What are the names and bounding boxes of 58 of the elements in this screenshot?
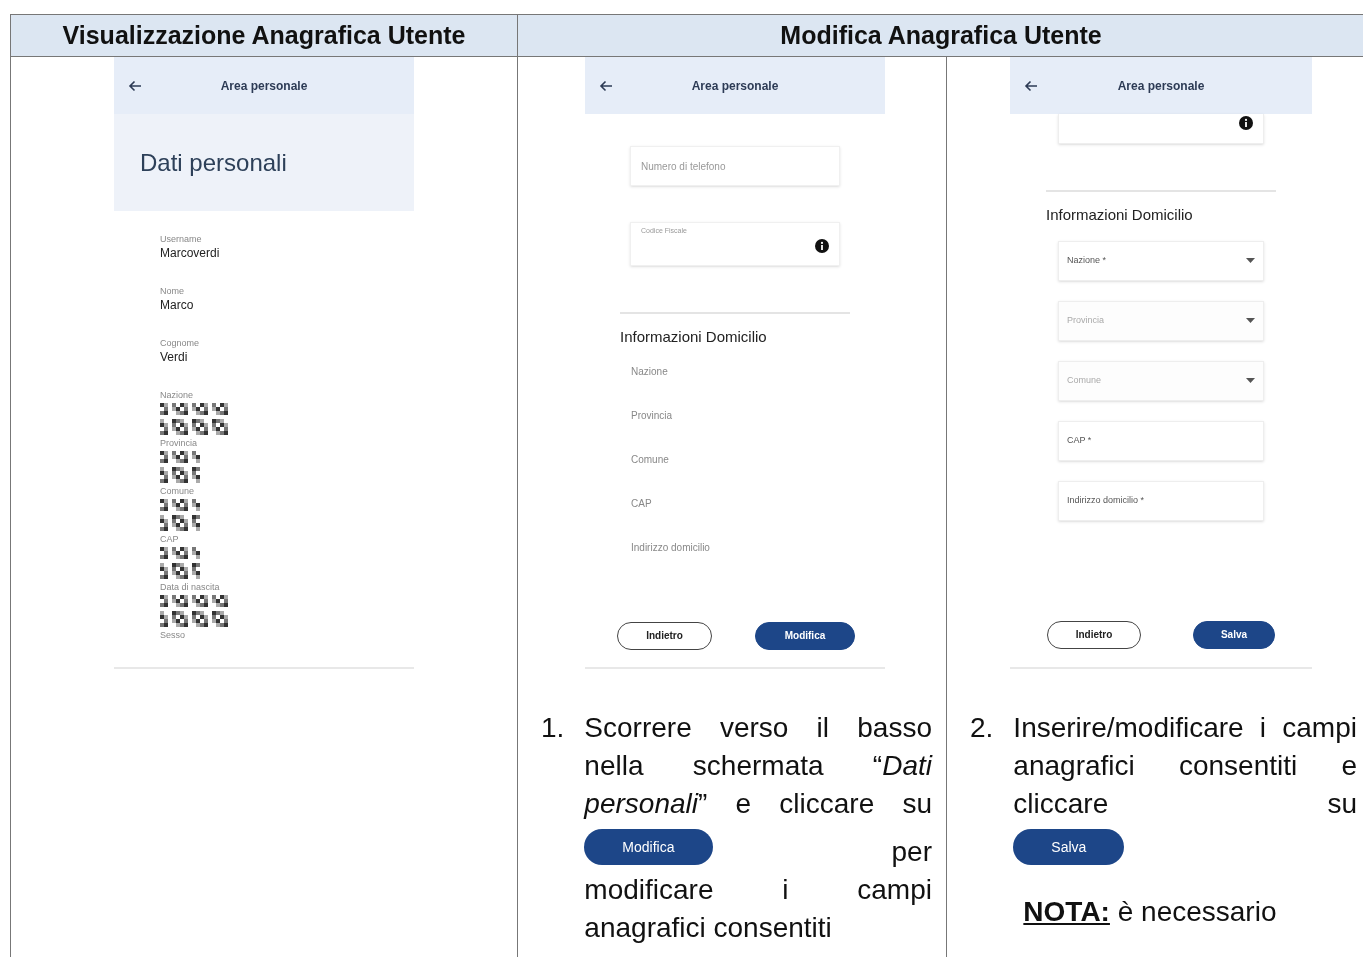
section-title: Informazioni Domicilio [1046,205,1194,225]
step-instruction: per [891,835,932,869]
header-text: Visualizzazione Anagrafica Utente [62,19,466,51]
input-field[interactable] [1058,114,1264,144]
field-label: Provincia [160,437,198,449]
back-arrow-icon[interactable] [1024,79,1038,92]
field-label: Cognome [160,337,201,349]
info-icon[interactable] [1239,116,1253,130]
field-value: Marco [160,297,195,313]
field-label: Indirizzo domicilio * [1067,493,1145,507]
field-label: Data di nascita [160,581,221,593]
step-number: 1. [541,711,565,745]
page-title: Dati personali [140,147,287,178]
field-label: Sesso [160,629,186,641]
inline-action-button[interactable]: Salva [1013,829,1125,865]
header-text: Modifica Anagrafica Utente [780,19,1102,51]
input-field[interactable]: CAP * [1058,420,1264,461]
primary-button[interactable]: Modifica [755,621,855,650]
caret-icon[interactable] [1246,258,1255,263]
app-bar-title: Area personale [219,77,309,95]
info-icon[interactable] [815,238,829,253]
back-arrow-icon[interactable] [599,79,613,92]
app-bar-title: Area personale [690,77,780,95]
back-arrow-icon[interactable] [128,79,142,92]
field-label: Nazione [631,364,669,379]
dropdown-field[interactable]: Nazione * [1058,240,1264,281]
input-field[interactable]: Indirizzo domicilio * [1058,480,1264,521]
field-label: Username [160,233,203,245]
note-text: è necessario [1117,896,1277,927]
field-label: CAP * [1067,433,1092,447]
field-label: Indirizzo domicilio [631,540,711,555]
step-instruction: modificare i campi anagrafici consentiti [584,873,932,945]
note-label: NOTA: [1023,896,1110,927]
field-label: Provincia [631,408,674,423]
primary-button[interactable]: Salva [1193,620,1275,649]
step-number: 2. [970,711,994,745]
field-value: Verdi [160,349,189,365]
redacted-value-block [160,451,200,483]
field-label: Nome [160,285,185,297]
field-label: Nazione * [1067,253,1107,267]
field-value: Marcoverdi [160,245,221,261]
phone-number-field[interactable]: Numero di telefono [630,146,840,186]
field-label: Comune [1067,373,1102,387]
back-button[interactable]: Indietro [617,621,712,650]
step-instruction: Inserire/modificare i campi anagrafici consentiti e cliccare su [1013,711,1357,821]
redacted-value-block [160,499,200,531]
field-label: CAP [631,496,653,511]
field-label: CAP [160,533,180,545]
step-instruction: Scorrere verso il basso nella schermata “Dati personali” e cliccare su [584,711,932,821]
back-button[interactable]: Indietro [1047,620,1141,649]
field-label: Comune [160,485,196,497]
app-bar-title: Area personale [1116,77,1206,95]
inline-action-button[interactable]: Modifica [584,829,713,865]
redacted-value-block [160,547,200,579]
section-title: Informazioni Domicilio [620,327,768,347]
field-label: Provincia [1067,313,1104,327]
field-label: Comune [631,452,670,467]
field-label: Nazione [160,389,195,401]
